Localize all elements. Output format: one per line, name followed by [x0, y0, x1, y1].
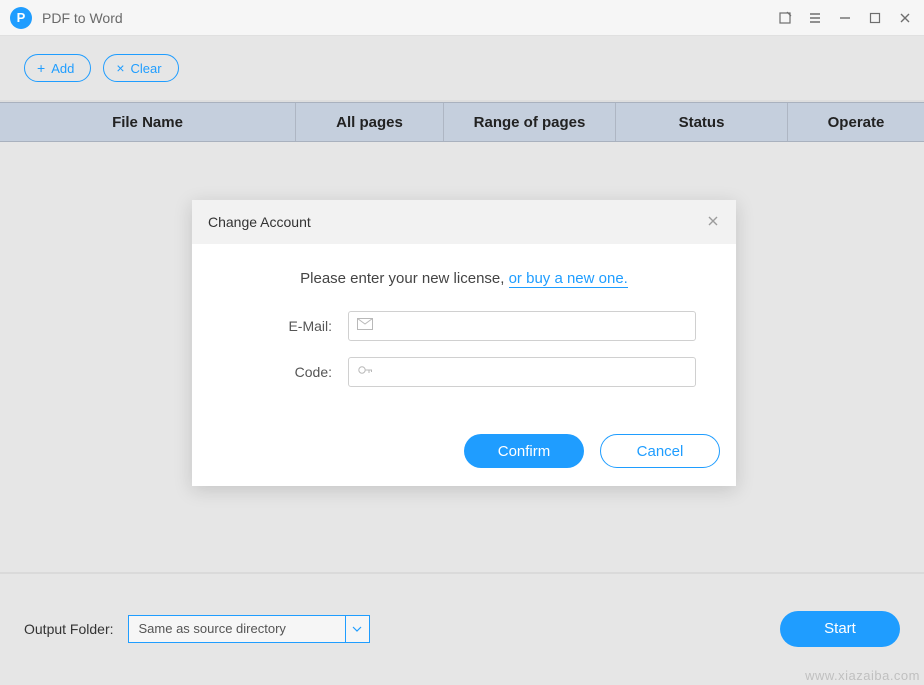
modal-prompt: Please enter your new license, or buy a …: [232, 270, 696, 287]
key-icon: [357, 363, 373, 382]
email-input[interactable]: [381, 312, 687, 340]
code-label: Code:: [232, 364, 348, 380]
modal-title: Change Account: [208, 214, 311, 230]
modal-body: Please enter your new license, or buy a …: [192, 244, 736, 387]
buy-license-link[interactable]: or buy a new one.: [509, 270, 628, 288]
mail-icon: [357, 317, 373, 335]
code-input[interactable]: [381, 358, 687, 386]
confirm-button[interactable]: Confirm: [464, 434, 584, 468]
modal-close-icon[interactable]: [706, 214, 720, 231]
code-row: Code:: [232, 357, 696, 387]
modal-footer: Confirm Cancel: [464, 434, 720, 468]
cancel-button[interactable]: Cancel: [600, 434, 720, 468]
code-input-wrap[interactable]: [348, 357, 696, 387]
email-label: E-Mail:: [232, 318, 348, 334]
modal-prompt-text: Please enter your new license,: [300, 270, 508, 287]
change-account-modal: Change Account Please enter your new lic…: [192, 200, 736, 486]
email-row: E-Mail:: [232, 311, 696, 341]
modal-header: Change Account: [192, 200, 736, 244]
email-input-wrap[interactable]: [348, 311, 696, 341]
